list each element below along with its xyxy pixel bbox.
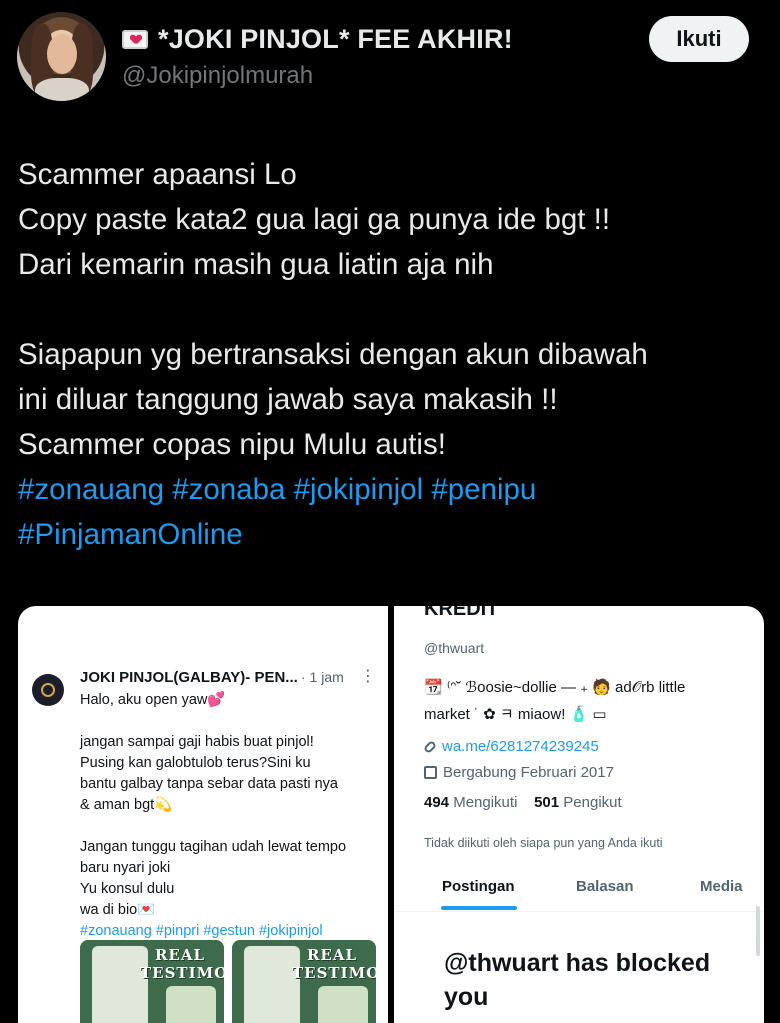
love-letter-icon: [122, 30, 148, 49]
follow-button[interactable]: Ikuti: [649, 16, 749, 62]
post-line: Halo, aku open yaw💕: [80, 692, 226, 708]
profile-bio: 📆 ⁽ᵔ˘ ℬoosie~dollie ⎯⎯ ₊ 🧑 ad𝒪rb little …: [424, 674, 754, 728]
tweet-line: Scammer apaansi Lo: [18, 158, 297, 191]
tweet-line: Scammer copas nipu Mulu autis!: [18, 428, 446, 461]
testimoni-label: REAL TESTIMONI: [140, 946, 224, 982]
tweet-header: *JOKI PINJOL* FEE AKHIR! @Jokipinjolmura…: [0, 0, 780, 110]
media-image-left[interactable]: JOKI PINJOL(GALBAY)- PEN... · 1 jam ⋮ Ha…: [18, 606, 388, 1023]
post-line: bantu galbay tanpa sebar data pasti nya: [80, 776, 338, 792]
post-hashtags: #zonauang #pinpri #gestun #jokipinjol: [80, 923, 323, 939]
post-line: wa di bio💌: [80, 902, 156, 918]
followers-count: 501: [534, 794, 560, 811]
more-options-icon: ⋮: [360, 668, 376, 685]
following-label: Mengikuti: [453, 794, 518, 811]
profile-name: KREDIT: [424, 606, 499, 620]
tweet-line: Dari kemarin masih gua liatin aja nih: [18, 248, 494, 281]
testimoni-image: REAL TESTIMONI: [232, 940, 376, 1023]
follow-counts: 494 Mengikuti 501 Pengikut: [424, 794, 622, 811]
bio-line: 📆 ⁽ᵔ˘ ℬoosie~dollie ⎯⎯ ₊ 🧑 ad𝒪rb little: [424, 679, 686, 696]
profile-handle: @thwuart: [424, 640, 485, 656]
post-line: jangan sampai gaji habis buat pinjol!: [80, 734, 314, 750]
profile-joined-row: Bergabung Februari 2017: [424, 764, 614, 781]
post-time: · 1 jam: [301, 669, 344, 685]
following-count: 494: [424, 794, 450, 811]
post-author-name: JOKI PINJOL(GALBAY)- PEN...: [80, 669, 298, 686]
bio-line: market ˙ ✿ ㅋ miaow! 🧴 ▭: [424, 706, 607, 723]
tweet-line: Siapapun yg bertransaksi dengan akun dib…: [18, 338, 648, 371]
post-body: Halo, aku open yaw💕 jangan sampai gaji h…: [80, 690, 380, 942]
user-avatar[interactable]: [17, 12, 106, 101]
profile-link: wa.me/6281274239245: [442, 738, 599, 755]
tweet-line: ini diluar tanggung jawab saya makasih !…: [18, 383, 558, 416]
profile-tabs: Postingan Balasan Media: [394, 872, 764, 912]
hashtag-link[interactable]: #PinjamanOnline: [18, 512, 768, 557]
tweet-line: Copy paste kata2 gua lagi ga punya ide b…: [18, 203, 611, 236]
post-line: & aman bgt💫: [80, 797, 173, 813]
user-handle[interactable]: @Jokipinjolmurah: [122, 62, 313, 90]
joki-avatar: [32, 674, 64, 706]
blocked-message: @thwuart has blocked you: [444, 949, 711, 1011]
profile-link-row: wa.me/6281274239245: [422, 738, 599, 755]
tab-media: Media: [700, 878, 743, 895]
active-tab-indicator: [441, 906, 517, 910]
joined-date: Bergabung Februari 2017: [443, 764, 614, 781]
post-line: Yu konsul dulu: [80, 881, 175, 897]
link-icon: [422, 739, 438, 754]
testimoni-image: REAL TESTIMONI: [80, 940, 224, 1023]
media-image-right[interactable]: KREDIT @thwuart 📆 ⁽ᵔ˘ ℬoosie~dollie ⎯⎯ ₊…: [394, 606, 764, 1023]
tab-balasan: Balasan: [576, 878, 634, 895]
display-name[interactable]: *JOKI PINJOL* FEE AKHIR!: [158, 24, 513, 55]
tweet-media[interactable]: JOKI PINJOL(GALBAY)- PEN... · 1 jam ⋮ Ha…: [18, 606, 764, 1023]
post-line: Jangan tunggu tagihan udah lewat tempo: [80, 839, 347, 855]
name-row: *JOKI PINJOL* FEE AKHIR!: [122, 24, 513, 55]
not-followed-note: Tidak diikuti oleh siapa pun yang Anda i…: [424, 836, 663, 850]
scrollbar: [756, 906, 760, 956]
calendar-icon: [424, 766, 437, 779]
testimoni-label: REAL TESTIMONI: [292, 946, 376, 982]
post-line: Pusing kan galobtulob terus?Sini ku: [80, 755, 311, 771]
hashtag-links[interactable]: #zonauang #zonaba #jokipinjol #penipu: [18, 467, 768, 512]
tab-postingan: Postingan: [442, 878, 515, 895]
tweet-text: Scammer apaansi Lo Copy paste kata2 gua …: [18, 152, 768, 557]
followers-label: Pengikut: [563, 794, 622, 811]
post-line: baru nyari joki: [80, 860, 171, 876]
